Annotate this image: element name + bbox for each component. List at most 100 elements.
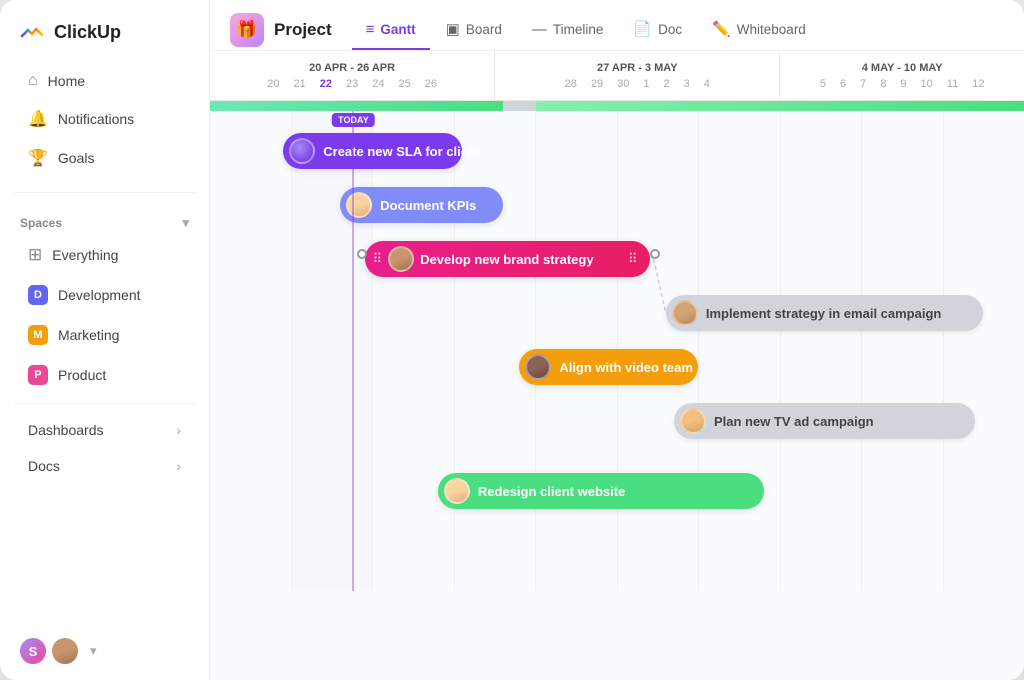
docs-label: Docs	[28, 458, 60, 474]
tab-timeline-label: Timeline	[553, 22, 604, 37]
sidebar: ClickUp ⌂ Home 🔔 Notifications 🏆 Goals S…	[0, 0, 210, 680]
timeline-icon: —	[532, 21, 547, 38]
task-avatar-video	[525, 354, 551, 380]
day-11: 11	[947, 78, 958, 90]
today-badge: TODAY	[332, 113, 375, 127]
project-icon: 🎁	[230, 13, 264, 47]
sidebar-item-everything[interactable]: ⊞ Everything	[8, 236, 201, 274]
day-25: 25	[398, 78, 410, 90]
tab-board[interactable]: ▣ Board	[432, 10, 516, 50]
task-avatar-brand	[388, 246, 414, 272]
avatar-initial: S	[29, 644, 38, 659]
task-label-brand: Develop new brand strategy	[420, 252, 593, 267]
today-line: TODAY	[352, 111, 354, 591]
task-avatar-tv	[680, 408, 706, 434]
day-7: 7	[860, 78, 866, 90]
task-bar-website[interactable]: Redesign client website	[438, 473, 764, 509]
task-bar-video[interactable]: Align with video team	[519, 349, 698, 385]
task-avatar-kpi	[346, 192, 372, 218]
sidebar-item-home[interactable]: ⌂ Home	[8, 63, 201, 99]
marketing-badge: M	[28, 325, 48, 345]
week2-days: 28 29 30 1 2 3 4	[565, 78, 710, 90]
sidebar-footer: S ▾	[0, 622, 209, 680]
gcol7	[699, 111, 781, 591]
sidebar-item-dashboards[interactable]: Dashboards ›	[8, 413, 201, 447]
sidebar-item-marketing[interactable]: M Marketing	[8, 316, 201, 354]
avatar-person	[50, 636, 80, 666]
sidebar-label-development: Development	[58, 287, 141, 303]
gantt-header-week2: 27 APR - 3 MAY 28 29 30 1 2 3 4	[495, 51, 780, 100]
week1-days: 20 21 22 23 24 25 26	[267, 78, 437, 90]
week3-days: 5 6 7 8 9 10 11 12	[820, 78, 985, 90]
gcol4	[455, 111, 537, 591]
sidebar-label-everything: Everything	[52, 247, 118, 263]
task-bar-brand[interactable]: ⠿ Develop new brand strategy ⠿	[365, 241, 650, 277]
spaces-section[interactable]: Spaces ▾	[0, 201, 209, 235]
task-avatar-email	[672, 300, 698, 326]
day-23: 23	[346, 78, 358, 90]
sidebar-item-notifications[interactable]: 🔔 Notifications	[8, 100, 201, 138]
product-badge: P	[28, 365, 48, 385]
app-container: ClickUp ⌂ Home 🔔 Notifications 🏆 Goals S…	[0, 0, 1024, 680]
app-name: ClickUp	[54, 22, 121, 43]
day-2: 2	[664, 78, 670, 90]
gantt-wrapper: 20 APR - 26 APR 20 21 22 23 24 25 26 27 …	[210, 51, 1024, 680]
day-28: 28	[565, 78, 577, 90]
dashboards-label: Dashboards	[28, 422, 104, 438]
task-label-video: Align with video team	[559, 360, 693, 375]
gantt-icon: ≡	[366, 21, 375, 38]
week2-range: 27 APR - 3 MAY	[597, 62, 678, 74]
task-label-sla: Create new SLA for client	[323, 144, 480, 159]
progress-bar-row	[210, 101, 1024, 111]
task-label-tv: Plan new TV ad campaign	[714, 414, 874, 429]
project-title: Project	[274, 20, 332, 40]
drag-handle-brand-right[interactable]: ⠿	[628, 251, 638, 267]
task-bar-tv[interactable]: Plan new TV ad campaign	[674, 403, 975, 439]
task-avatar-sla	[289, 138, 315, 164]
tab-doc-label: Doc	[658, 22, 682, 37]
day-26: 26	[425, 78, 437, 90]
tab-board-label: Board	[466, 22, 502, 37]
gantt-grid: TODAY Create new SLA for client Document…	[210, 111, 1024, 591]
tab-doc[interactable]: 📄 Doc	[619, 10, 696, 50]
gcol3	[373, 111, 455, 591]
task-label-website: Redesign client website	[478, 484, 625, 499]
task-label-email: Implement strategy in email campaign	[706, 306, 942, 321]
sidebar-item-development[interactable]: D Development	[8, 276, 201, 314]
gcol8	[781, 111, 863, 591]
tab-gantt[interactable]: ≡ Gantt	[352, 11, 430, 50]
day-24: 24	[372, 78, 384, 90]
sidebar-item-goals[interactable]: 🏆 Goals	[8, 139, 201, 177]
tab-whiteboard-label: Whiteboard	[737, 22, 806, 37]
avatar-user-s[interactable]: S	[18, 636, 48, 666]
day-21: 21	[293, 78, 305, 90]
tab-whiteboard[interactable]: ✏️ Whiteboard	[698, 10, 820, 50]
avatar-dropdown-icon[interactable]: ▾	[90, 643, 97, 659]
sidebar-item-docs[interactable]: Docs ›	[8, 449, 201, 483]
day-4: 4	[704, 78, 710, 90]
day-29: 29	[591, 78, 603, 90]
connector-right-brand	[650, 249, 660, 259]
task-bar-sla[interactable]: Create new SLA for client	[283, 133, 462, 169]
sidebar-label-marketing: Marketing	[58, 327, 119, 343]
drag-handle-brand[interactable]: ⠿	[373, 251, 383, 267]
progress-bar-gap	[503, 101, 536, 111]
sidebar-item-product[interactable]: P Product	[8, 356, 201, 394]
everything-icon: ⊞	[28, 245, 42, 265]
day-10: 10	[921, 78, 933, 90]
main-content: 🎁 Project ≡ Gantt ▣ Board — Timeline 📄	[210, 0, 1024, 680]
sidebar-label-product: Product	[58, 367, 106, 383]
docs-chevron-icon: ›	[176, 458, 181, 474]
spaces-chevron-icon: ▾	[182, 215, 189, 231]
whiteboard-icon: ✏️	[712, 20, 731, 38]
progress-bar-green-1	[210, 101, 503, 111]
task-bar-kpi[interactable]: Document KPIs	[340, 187, 503, 223]
gantt-header-week3: 4 MAY - 10 MAY 5 6 7 8 9 10 11 12	[780, 51, 1024, 100]
clickup-logo-icon	[18, 18, 46, 46]
tab-timeline[interactable]: — Timeline	[518, 11, 618, 50]
day-22-today: 22	[320, 78, 332, 90]
sidebar-nav: ⌂ Home 🔔 Notifications 🏆 Goals	[0, 56, 209, 184]
task-bar-email[interactable]: Implement strategy in email campaign	[666, 295, 983, 331]
gcol9	[862, 111, 944, 591]
gantt-body[interactable]: TODAY Create new SLA for client Document…	[210, 111, 1024, 680]
